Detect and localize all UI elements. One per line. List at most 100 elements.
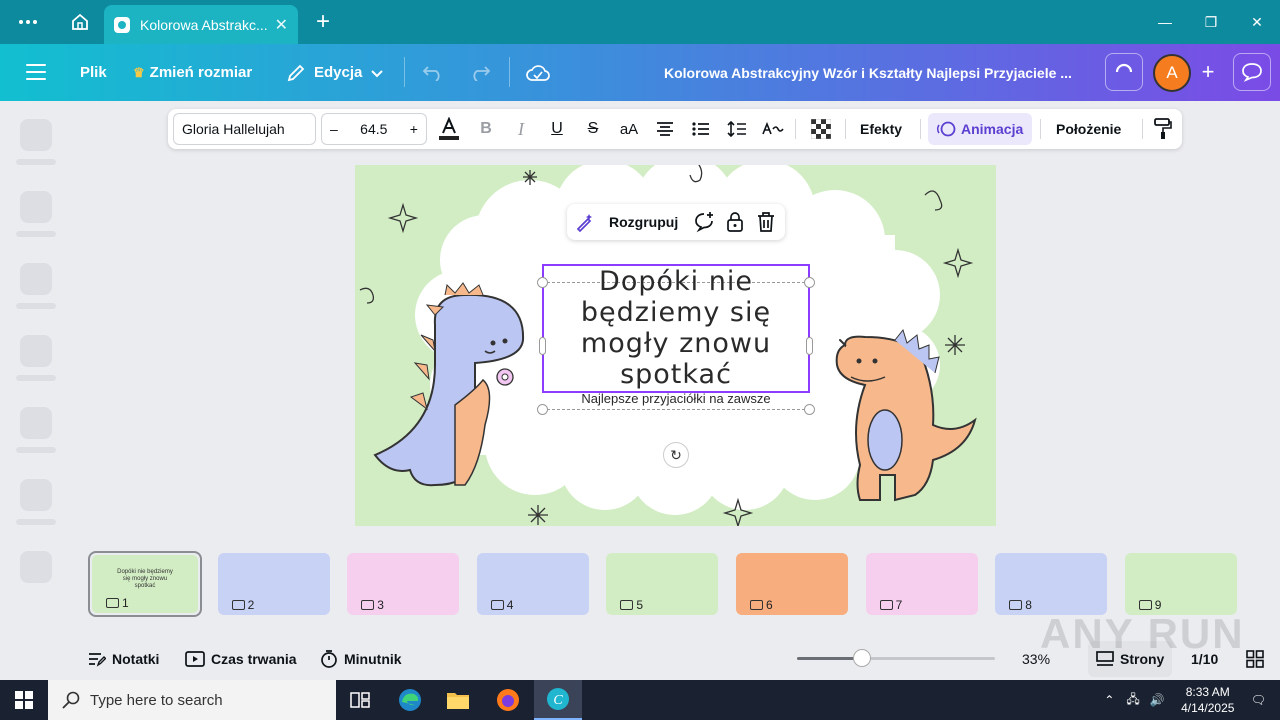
strikethrough-icon[interactable]: S [580, 109, 606, 149]
magic-edit-icon[interactable] [575, 212, 595, 235]
document-title[interactable]: Kolorowa Abstrakcyjny Wzór i Kształty Na… [664, 44, 1072, 101]
page-thumbnail[interactable]: Dopóki nie będziemy się mogły znowu spot… [88, 551, 202, 617]
window-controls: — ❐ ✕ [1142, 0, 1280, 44]
letter-case-button[interactable]: aA [616, 109, 642, 149]
animation-button[interactable]: Animacja [928, 113, 1032, 145]
underline-icon[interactable]: U [544, 109, 570, 149]
chevron-up-icon[interactable]: ⌃ [1104, 693, 1114, 707]
edit-mode-dropdown[interactable]: Edycja [286, 44, 384, 101]
notes-button[interactable]: Notatki [88, 641, 159, 677]
grid-view-icon[interactable] [1246, 641, 1264, 677]
rail-placeholder [16, 303, 56, 309]
presentation-icon [1009, 600, 1023, 610]
comment-icon[interactable] [1233, 53, 1271, 91]
close-tab-icon[interactable]: ✕ [275, 15, 288, 35]
paint-roller-icon[interactable] [1150, 109, 1176, 149]
font-family-dropdown[interactable]: Gloria Hallelujah [173, 113, 316, 145]
notifications-icon[interactable]: 🗨 [1251, 693, 1266, 707]
new-tab-button[interactable]: + [304, 0, 342, 44]
font-size-input[interactable]: 64.5 [360, 121, 387, 137]
increase-font-size-button[interactable]: + [410, 121, 418, 137]
ungroup-button[interactable]: Rozgrupuj [609, 214, 678, 230]
invite-plus-icon[interactable]: + [1194, 58, 1222, 86]
firefox-icon[interactable] [484, 680, 532, 720]
resize-handle[interactable] [804, 277, 815, 288]
page-thumbnail[interactable]: 5 [606, 553, 719, 615]
side-resize-handle[interactable] [806, 337, 813, 355]
delete-icon[interactable] [757, 211, 775, 236]
presentation-icon [750, 600, 763, 610]
line-spacing-icon[interactable] [724, 109, 750, 149]
zoom-slider[interactable] [797, 649, 995, 667]
user-avatar[interactable]: A [1153, 54, 1191, 92]
rotate-handle-icon[interactable]: ↻ [663, 442, 689, 468]
cloud-saved-icon[interactable] [526, 44, 550, 101]
orange-dinosaur-illustration [835, 328, 977, 502]
presentation-icon [879, 600, 893, 610]
text-color-icon[interactable] [436, 109, 462, 149]
timer-button[interactable]: Minutnik [320, 641, 402, 677]
page-thumbnail[interactable]: 2 [217, 553, 330, 615]
close-window-icon[interactable]: ✕ [1234, 0, 1280, 44]
task-view-icon[interactable] [336, 680, 384, 720]
presentation-icon [231, 600, 245, 610]
side-resize-handle[interactable] [539, 337, 546, 355]
speaker-icon[interactable]: 🔊 [1150, 693, 1165, 707]
loading-spinner-icon[interactable] [1105, 53, 1143, 91]
bold-icon[interactable]: B [473, 109, 499, 149]
duration-label: Czas trwania [211, 651, 297, 667]
page-thumbnail[interactable]: 8 [995, 553, 1108, 615]
edge-browser-icon[interactable] [386, 680, 434, 720]
decrease-font-size-button[interactable]: – [330, 121, 338, 137]
resize-button[interactable]: ♛ Zmień rozmiar [133, 44, 252, 101]
lock-icon[interactable] [725, 211, 745, 236]
network-icon[interactable]: 🖧 [1126, 690, 1139, 711]
windows-start-icon[interactable] [0, 680, 48, 720]
pencil-icon [287, 64, 305, 81]
clock[interactable]: 8:33 AM 4/14/2025 [1173, 684, 1243, 716]
undo-icon[interactable] [422, 44, 444, 101]
notes-label: Notatki [112, 651, 160, 667]
redo-icon[interactable] [469, 44, 491, 101]
slide-subtitle-text[interactable]: Najlepsze przyjaciółki na zawsze [544, 391, 808, 406]
toolbar-divider [920, 119, 921, 139]
canva-app-icon[interactable]: C [534, 680, 582, 720]
notes-icon [89, 653, 106, 667]
page-thumbnail[interactable]: 3 [347, 553, 460, 615]
thumbnail-text: Dopóki nie będziemy się mogły znowu spot… [117, 569, 173, 589]
transparency-icon[interactable] [808, 109, 834, 149]
page-thumbnail[interactable]: 9 [1124, 553, 1237, 615]
page-thumbnail[interactable]: 4 [476, 553, 589, 615]
browser-menu-icon[interactable] [6, 0, 50, 44]
position-button[interactable]: Położenie [1056, 109, 1121, 149]
resize-handle[interactable] [537, 404, 548, 415]
taskbar-search-box[interactable]: Type here to search [48, 680, 336, 720]
page-thumbnail[interactable]: 7 [865, 553, 978, 615]
header-divider [509, 57, 510, 87]
align-center-icon[interactable] [652, 109, 678, 149]
add-comment-icon[interactable] [693, 211, 715, 236]
hamburger-menu-icon[interactable] [26, 64, 46, 80]
thumbnail-preview: Dopóki nie będziemy się mogły znowu spot… [92, 555, 198, 613]
effects-button[interactable]: Efekty [860, 109, 902, 149]
thumbnail-page-number: 6 [750, 598, 773, 612]
home-icon[interactable] [58, 0, 102, 44]
page-number: 7 [895, 598, 903, 612]
text-style-icon[interactable] [760, 109, 786, 149]
resize-handle[interactable] [804, 404, 815, 415]
file-explorer-icon[interactable] [434, 680, 482, 720]
font-size-control: – 64.5 + [321, 113, 427, 145]
minimize-icon[interactable]: — [1142, 0, 1188, 44]
presentation-icon [490, 600, 504, 610]
zoom-slider-knob[interactable] [853, 649, 872, 667]
duration-button[interactable]: Czas trwania [185, 641, 297, 677]
resize-handle[interactable] [537, 277, 548, 288]
bulleted-list-icon[interactable] [688, 109, 714, 149]
maximize-icon[interactable]: ❐ [1188, 0, 1234, 44]
side-panel-placeholder [0, 101, 72, 583]
page-thumbnail[interactable]: 6 [736, 553, 848, 615]
slide-heading-text[interactable]: Dopóki nie będziemy się mogły znowu spot… [544, 266, 808, 390]
file-menu-button[interactable]: Plik [80, 44, 107, 101]
italic-icon[interactable]: I [508, 109, 534, 149]
browser-tab[interactable]: Kolorowa Abstrakc... ✕ [104, 5, 298, 44]
